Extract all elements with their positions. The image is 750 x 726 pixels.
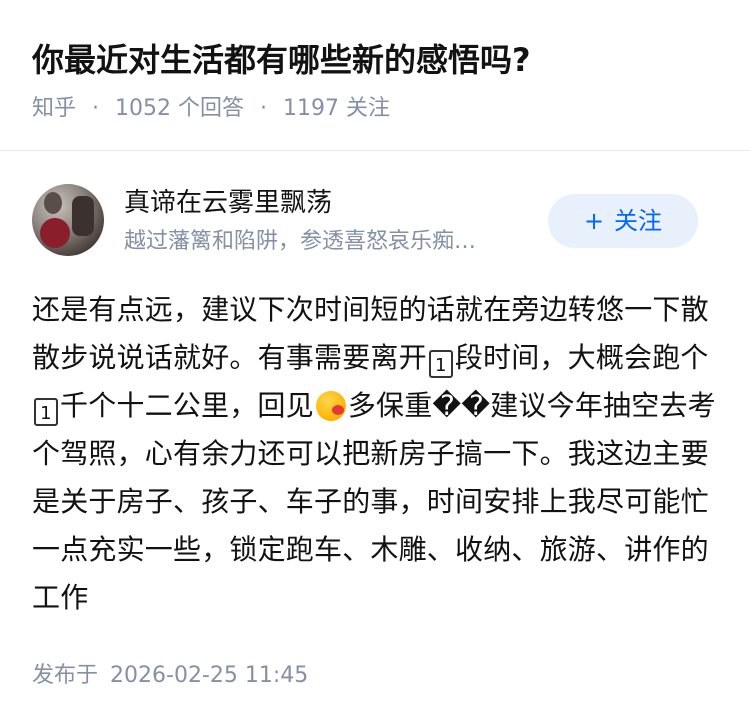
question-title[interactable]: 你最近对生活都有哪些新的感悟吗? [32,38,722,82]
meta-separator: · [260,96,268,121]
keycap-one-icon: 1 [428,350,453,378]
answer-text-part: 多保重 [347,389,433,422]
kissing-face-emoji-icon [315,391,346,421]
answer-text-part: 段时间，大概会跑个 [454,341,709,374]
answer-content: 还是有点远，建议下次时间短的话就在旁边转悠一下散散步说说话就好。有事需要离开 1 段… [32,286,722,622]
author-bio: 越过藩篱和陷阱，参透喜怒哀乐痴… [124,229,477,254]
publish-info: 发布于 2026-02-25 11:45 [32,660,308,692]
follower-count-value: 1197 [283,96,340,121]
avatar-photo-detail [72,196,94,236]
follow-button[interactable]: + 关注 [548,194,698,248]
plus-icon: + [583,207,605,235]
publish-datetime: 2026-02-25 11:45 [110,663,309,688]
meta-separator: · [92,96,100,121]
avatar[interactable] [32,184,104,256]
answer-text-part: 千个十二公里，回见 [60,389,314,422]
source-label[interactable]: 知乎 [32,94,76,124]
answer-count-label: 个回答 [178,96,245,121]
author-card: 真谛在云雾里飘荡 越过藩篱和陷阱，参透喜怒哀乐痴… + 关注 [32,184,722,260]
follower-count-label: 关注 [346,96,391,121]
question-meta: 知乎 · 1052 个回答 · 1197 关注 [32,94,722,124]
missing-glyphs: �� [432,389,491,422]
avatar-photo-detail [44,192,62,214]
answer-count[interactable]: 1052 个回答 [115,94,244,124]
publish-label: 发布于 [32,663,99,688]
answer-count-value: 1052 [115,96,172,121]
author-name[interactable]: 真谛在云雾里飘荡 [124,184,332,222]
keycap-one-icon: 1 [34,398,58,426]
follower-count[interactable]: 1197 关注 [283,94,390,124]
follow-button-label: 关注 [614,207,663,235]
answer-text-part: 建议今年抽空去考个驾照，心有余力还可以把新房子搞一下。我这边主要是关于房子、孩子… [32,389,716,614]
avatar-photo-detail [40,218,70,248]
question-header: 你最近对生活都有哪些新的感悟吗? 知乎 · 1052 个回答 · 1197 关注 [32,38,722,124]
answer-text: 还是有点远，建议下次时间短的话就在旁边转悠一下散散步说说话就好。有事需要离开 1 段… [32,286,722,622]
lips-shape [331,405,344,415]
header-divider [0,150,750,151]
